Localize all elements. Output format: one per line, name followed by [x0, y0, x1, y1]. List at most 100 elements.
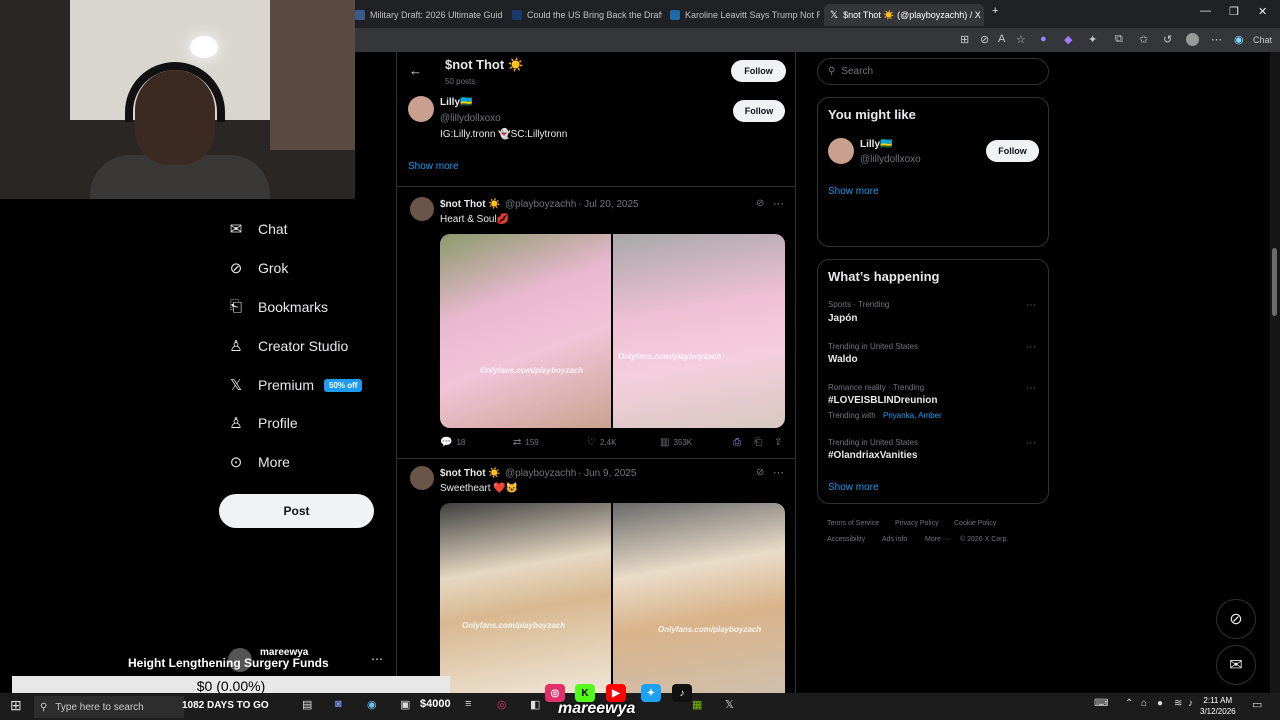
post-button[interactable]: Post	[219, 494, 374, 528]
discord-icon[interactable]: ◙	[335, 698, 342, 710]
post-image-1[interactable]	[440, 503, 611, 693]
trend-with-names[interactable]: Priyanka, Amber	[883, 411, 942, 420]
suggested-follow-button[interactable]: Follow	[733, 100, 785, 122]
header-follow-button[interactable]: Follow	[731, 60, 786, 82]
follow-button[interactable]: Follow	[986, 140, 1039, 162]
repost-action[interactable]: ⇄ 159	[513, 437, 539, 448]
account-more-icon[interactable]: ⋯	[371, 652, 383, 666]
post-date[interactable]: · Jul 20, 2025	[578, 199, 639, 210]
footer-privacy-link[interactable]: Privacy Policy	[895, 520, 939, 527]
app-icon[interactable]: ◧	[530, 698, 540, 711]
more-dots-icon[interactable]: ⋯	[1026, 342, 1036, 353]
like-action[interactable]: ♡ 2.4K	[587, 437, 616, 448]
scrollbar-thumb[interactable]	[1272, 248, 1277, 316]
trend-name[interactable]: #LOVEISBLINDreunion	[828, 395, 937, 406]
post-author-handle[interactable]: @playboyzachh	[505, 468, 576, 479]
nav-bookmarks[interactable]: ⎗ Bookmarks	[228, 298, 328, 315]
more-dots-icon[interactable]: ⋯	[1026, 300, 1036, 311]
windows-start-icon[interactable]: ⊞	[10, 697, 22, 714]
post-author-name[interactable]: $not Thot ☀️	[440, 199, 501, 210]
new-tab-button[interactable]: +	[992, 5, 998, 17]
post-media[interactable]: Onlyfans.com/playboyzach Onlyfans.com/pl…	[440, 234, 785, 428]
trend-name[interactable]: Waldo	[828, 354, 858, 365]
back-arrow-icon[interactable]: ←	[409, 63, 422, 78]
avatar[interactable]	[410, 466, 434, 490]
epic-icon[interactable]: ▣	[400, 698, 410, 711]
share-icon[interactable]: ⇪	[774, 437, 782, 448]
copilot-icon[interactable]: ◉	[1234, 33, 1244, 46]
avatar[interactable]	[828, 138, 854, 164]
page-scrollbar[interactable]	[1270, 52, 1280, 693]
more-dots-icon[interactable]: ⋯	[1026, 438, 1036, 449]
tab-karoline-article[interactable]: Karoline Leavitt Says Trump Not R×	[670, 4, 820, 26]
search-input[interactable]: ⚲ Search	[817, 58, 1049, 85]
tab-draft-article[interactable]: Could the US Bring Back the Draft?×	[512, 4, 662, 26]
mic-icon[interactable]: ●	[1157, 698, 1163, 709]
more-dots-icon[interactable]: ⋯	[1026, 383, 1036, 394]
footer-more-link[interactable]: More ···	[925, 536, 950, 543]
volume-icon[interactable]: ♪	[1188, 698, 1193, 709]
network-icon[interactable]: ⌂	[1141, 698, 1147, 709]
split-screen-icon[interactable]: ⧉	[1115, 33, 1123, 46]
tab-x-profile[interactable]: 𝕏 $not Thot ☀️ (@playboyzachh) / X×	[824, 4, 984, 26]
extension-2-icon[interactable]: ◆	[1064, 33, 1072, 46]
notifications-icon[interactable]: ▭	[1252, 698, 1262, 711]
minimize-icon[interactable]: —	[1200, 5, 1211, 17]
footer-accessibility-link[interactable]: Accessibility	[827, 536, 865, 543]
x-taskbar-icon[interactable]: 𝕏	[725, 698, 734, 711]
window-close-icon[interactable]: ✕	[1258, 5, 1267, 18]
profile-avatar[interactable]	[1186, 33, 1199, 46]
more-dots-icon[interactable]: ⋯	[773, 466, 784, 479]
avatar[interactable]	[408, 96, 434, 122]
restore-icon[interactable]: ❐	[1229, 5, 1239, 18]
footer-terms-link[interactable]: Terms of Service	[827, 520, 879, 527]
grok-fab-icon[interactable]: ⊘	[1216, 599, 1256, 639]
nav-grok[interactable]: ⊘ Grok	[228, 259, 289, 277]
extension-icon[interactable]: ●	[1040, 33, 1047, 45]
post-author-name[interactable]: $not Thot ☀️	[440, 468, 501, 479]
post-image-2[interactable]	[613, 503, 785, 693]
show-more-link[interactable]: Show more	[408, 161, 459, 172]
nav-premium[interactable]: 𝕏 Premium 50% off	[228, 376, 363, 394]
menu-dots-icon[interactable]: ⋯	[1211, 33, 1222, 46]
suggested-name[interactable]: Lilly🇷🇼	[860, 139, 892, 150]
grok-icon[interactable]: ⊘	[756, 198, 764, 209]
taskbar-search-input[interactable]: ⚲ Type here to search	[34, 696, 184, 718]
copilot-chat-label[interactable]: Chat	[1253, 35, 1272, 45]
post-author-handle[interactable]: @playboyzachh	[505, 199, 576, 210]
nav-chat[interactable]: ✉ Chat	[228, 220, 288, 238]
views-action[interactable]: ▥ 353K	[660, 437, 692, 448]
taskbar-clock[interactable]: 2:11 AM 3/12/2026	[1200, 695, 1236, 717]
tray-chevron-icon[interactable]: ⌃	[1125, 698, 1133, 709]
file-explorer-icon[interactable]: ▤	[302, 698, 312, 711]
nav-more[interactable]: ⊙ More	[228, 453, 290, 471]
read-aloud-icon[interactable]: A	[998, 33, 1005, 45]
nvidia-icon[interactable]: ▦	[692, 698, 702, 711]
post-image-2[interactable]	[613, 234, 785, 428]
extensions-puzzle-icon[interactable]: ✦	[1088, 33, 1097, 46]
reply-action[interactable]: 💬 18	[440, 437, 465, 448]
post-image-1[interactable]	[440, 234, 611, 428]
tab-military-draft[interactable]: Military Draft: 2026 Ultimate Guide×	[355, 4, 503, 26]
show-more-link[interactable]: Show more	[828, 186, 879, 197]
post-media[interactable]: Onlyfans.com/playboyzach Onlyfans.com/pl…	[440, 503, 785, 693]
nav-creator-studio[interactable]: ♙ Creator Studio	[228, 337, 348, 355]
favorites-icon[interactable]: ✩	[1139, 33, 1148, 46]
instagram-app-icon[interactable]: ◎	[497, 698, 507, 711]
suggested-name[interactable]: Lilly🇷🇼	[440, 97, 472, 108]
grok-icon[interactable]: ⊘	[756, 467, 764, 478]
footer-ads-link[interactable]: Ads info	[882, 536, 907, 543]
more-dots-icon[interactable]: ⋯	[773, 197, 784, 210]
footer-cookie-link[interactable]: Cookie Policy	[954, 520, 996, 527]
steam-icon[interactable]: ◉	[367, 698, 377, 711]
suggested-handle[interactable]: @lillydollxoxo	[860, 154, 921, 165]
trend-name[interactable]: Japón	[828, 313, 857, 324]
grok-summary-icon[interactable]: ⎙	[733, 437, 741, 448]
messages-fab-icon[interactable]: ✉	[1216, 645, 1256, 685]
app-icon[interactable]: ⊞	[960, 33, 969, 46]
app-icon[interactable]: ≡	[465, 698, 471, 710]
keyboard-icon[interactable]: ⌨	[1094, 698, 1108, 709]
suggested-handle[interactable]: @lillydollxoxo	[440, 113, 501, 124]
avatar[interactable]	[410, 197, 434, 221]
favorite-star-icon[interactable]: ☆	[1016, 33, 1026, 46]
